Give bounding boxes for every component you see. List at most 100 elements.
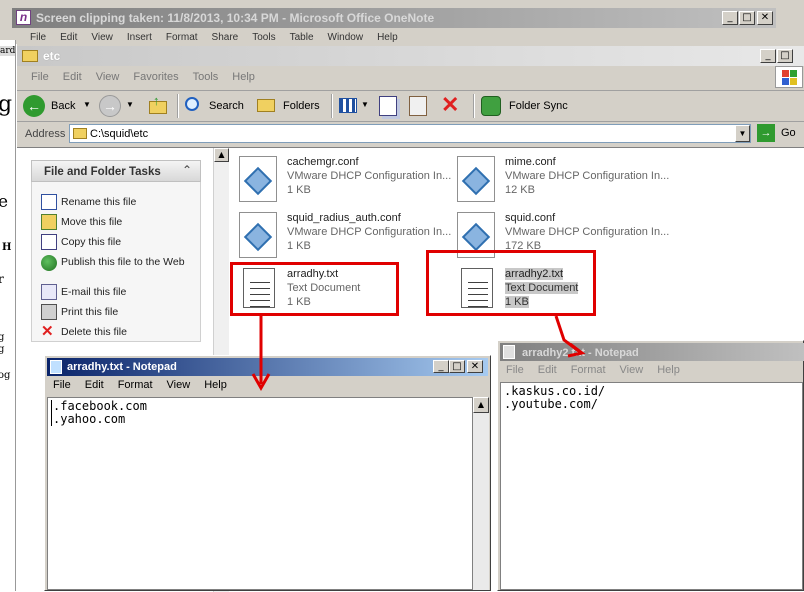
- notepad-menu-file[interactable]: File: [506, 364, 524, 376]
- file-type: VMware DHCP Configuration In...: [287, 170, 452, 182]
- file-item[interactable]: mime.conf VMware DHCP Configuration In..…: [457, 156, 670, 206]
- file-name: cachemgr.conf: [287, 156, 359, 168]
- views-icon: [339, 98, 357, 113]
- task-publish[interactable]: Publish this file to the Web: [41, 255, 191, 271]
- notepad-menu-view[interactable]: View: [620, 364, 644, 376]
- task-print[interactable]: Print this file: [41, 304, 119, 320]
- explorer-title: etc: [43, 49, 61, 63]
- notepad-scrollbar[interactable]: ▲: [473, 397, 489, 590]
- notepad-title-bar[interactable]: arradhy.txt - Notepad _ □ ✕: [47, 358, 488, 376]
- notepad-text-area[interactable]: .facebook.com .yahoo.com: [47, 397, 473, 590]
- task-label: E-mail this file: [61, 286, 127, 298]
- onenote-minimize-button[interactable]: _: [722, 11, 738, 25]
- notepad-menu-bar: File Edit Format View Help: [506, 364, 796, 378]
- notepad-maximize-button[interactable]: □: [449, 360, 465, 373]
- views-button[interactable]: ▼: [339, 95, 371, 117]
- onenote-menu-table[interactable]: Table: [290, 32, 314, 43]
- rename-icon: [41, 194, 57, 210]
- go-arrow-icon: →: [757, 124, 775, 142]
- notepad-title-bar[interactable]: arradhy2.txt - Notepad: [500, 343, 804, 361]
- task-copy[interactable]: Copy this file: [41, 234, 121, 250]
- onenote-menu-window[interactable]: Window: [328, 32, 364, 43]
- back-button[interactable]: ← Back ▼: [23, 95, 91, 117]
- search-button[interactable]: Search: [185, 95, 251, 117]
- delete-icon[interactable]: ✕: [441, 92, 459, 118]
- file-size: 1 KB: [287, 184, 311, 196]
- file-item[interactable]: cachemgr.conf VMware DHCP Configuration …: [239, 156, 452, 206]
- notepad-menu-edit[interactable]: Edit: [85, 379, 104, 391]
- scroll-up-button[interactable]: ▲: [214, 148, 229, 162]
- notepad-text-area[interactable]: .kaskus.co.id/ .youtube.com/: [500, 382, 803, 590]
- copy-to-icon[interactable]: [379, 96, 397, 116]
- menu-file[interactable]: File: [31, 71, 49, 83]
- onenote-menu-help[interactable]: Help: [377, 32, 398, 43]
- forward-button[interactable]: → ▼: [99, 95, 141, 117]
- scroll-up-button[interactable]: ▲: [473, 397, 489, 413]
- onenote-menu-insert[interactable]: Insert: [127, 32, 152, 43]
- task-email[interactable]: E-mail this file: [41, 284, 127, 300]
- explorer-title-bar[interactable]: etc _ □: [17, 46, 804, 66]
- notepad-title: arradhy.txt - Notepad: [67, 361, 177, 373]
- explorer-menu-bar: File Edit View Favorites Tools Help: [31, 71, 331, 85]
- file-name: mime.conf: [505, 156, 556, 168]
- task-label: Publish this file to the Web: [61, 256, 185, 268]
- task-delete[interactable]: ✕ Delete this file: [41, 323, 127, 340]
- folder-sync-icon: [481, 96, 501, 116]
- onenote-menu-format[interactable]: Format: [166, 32, 198, 43]
- file-type: VMware DHCP Configuration In...: [505, 170, 670, 182]
- folders-label: Folders: [283, 100, 320, 112]
- folders-button[interactable]: Folders: [257, 95, 323, 117]
- address-dropdown-button[interactable]: ▼: [735, 125, 750, 142]
- notepad-content: .kaskus.co.id/ .youtube.com/: [504, 384, 606, 411]
- printer-icon: [41, 304, 57, 320]
- toolbar-separator: [177, 94, 179, 118]
- back-arrow-icon: ←: [23, 95, 45, 117]
- globe-icon: [41, 255, 57, 271]
- onenote-menu-edit[interactable]: Edit: [60, 32, 77, 43]
- onenote-maximize-button[interactable]: □: [739, 11, 755, 25]
- notepad-menu-edit[interactable]: Edit: [538, 364, 557, 376]
- onenote-menu-file[interactable]: File: [30, 32, 46, 43]
- up-folder-button[interactable]: ↑: [147, 93, 169, 117]
- address-field[interactable]: C:\squid\etc ▼: [69, 124, 751, 143]
- explorer-minimize-button[interactable]: _: [760, 49, 776, 63]
- chevron-down-icon: ▼: [126, 100, 134, 109]
- menu-tools[interactable]: Tools: [193, 71, 219, 83]
- explorer-toolbar: ← Back ▼ → ▼ ↑ Search Folders ▼ ✕ Folder…: [17, 92, 804, 120]
- notepad-menu-view[interactable]: View: [167, 379, 191, 391]
- onenote-menu-share[interactable]: Share: [212, 32, 239, 43]
- onenote-page-fragment: ard g e H r g g og: [0, 40, 16, 591]
- file-item[interactable]: squid_radius_auth.conf VMware DHCP Confi…: [239, 212, 451, 262]
- paste-icon[interactable]: [409, 96, 427, 116]
- file-name: squid_radius_auth.conf: [287, 212, 401, 224]
- menu-favorites[interactable]: Favorites: [133, 71, 178, 83]
- explorer-maximize-button[interactable]: □: [777, 49, 793, 63]
- forward-arrow-icon: →: [99, 95, 121, 117]
- onenote-menu-tools[interactable]: Tools: [252, 32, 275, 43]
- task-label: Print this file: [61, 306, 119, 318]
- collapse-icon[interactable]: ⌃: [182, 163, 192, 177]
- chevron-down-icon: ▼: [83, 100, 91, 109]
- task-move[interactable]: Move this file: [41, 214, 122, 230]
- notepad-menu-help[interactable]: Help: [204, 379, 227, 391]
- menu-edit[interactable]: Edit: [63, 71, 82, 83]
- folder-sync-button[interactable]: Folder Sync: [481, 95, 571, 117]
- menu-view[interactable]: View: [96, 71, 120, 83]
- notepad-menu-file[interactable]: File: [53, 379, 71, 391]
- notepad-menu-bar: File Edit Format View Help: [53, 379, 353, 393]
- menu-help[interactable]: Help: [232, 71, 255, 83]
- notepad-minimize-button[interactable]: _: [433, 360, 449, 373]
- onenote-close-button[interactable]: ✕: [757, 11, 773, 25]
- go-button[interactable]: → Go: [757, 124, 801, 143]
- notepad-menu-help[interactable]: Help: [657, 364, 680, 376]
- tasks-header[interactable]: File and Folder Tasks ⌃: [31, 160, 201, 182]
- notepad-close-button[interactable]: ✕: [467, 360, 483, 373]
- toolbar-separator: [331, 94, 333, 118]
- task-rename[interactable]: Rename this file: [41, 194, 136, 210]
- notepad-menu-format[interactable]: Format: [571, 364, 606, 376]
- notepad-menu-format[interactable]: Format: [118, 379, 153, 391]
- onenote-menu-view[interactable]: View: [91, 32, 113, 43]
- task-label: Delete this file: [61, 326, 127, 338]
- onenote-title-bar[interactable]: n Screen clipping taken: 11/8/2013, 10:3…: [12, 8, 776, 28]
- file-size: 12 KB: [505, 184, 535, 196]
